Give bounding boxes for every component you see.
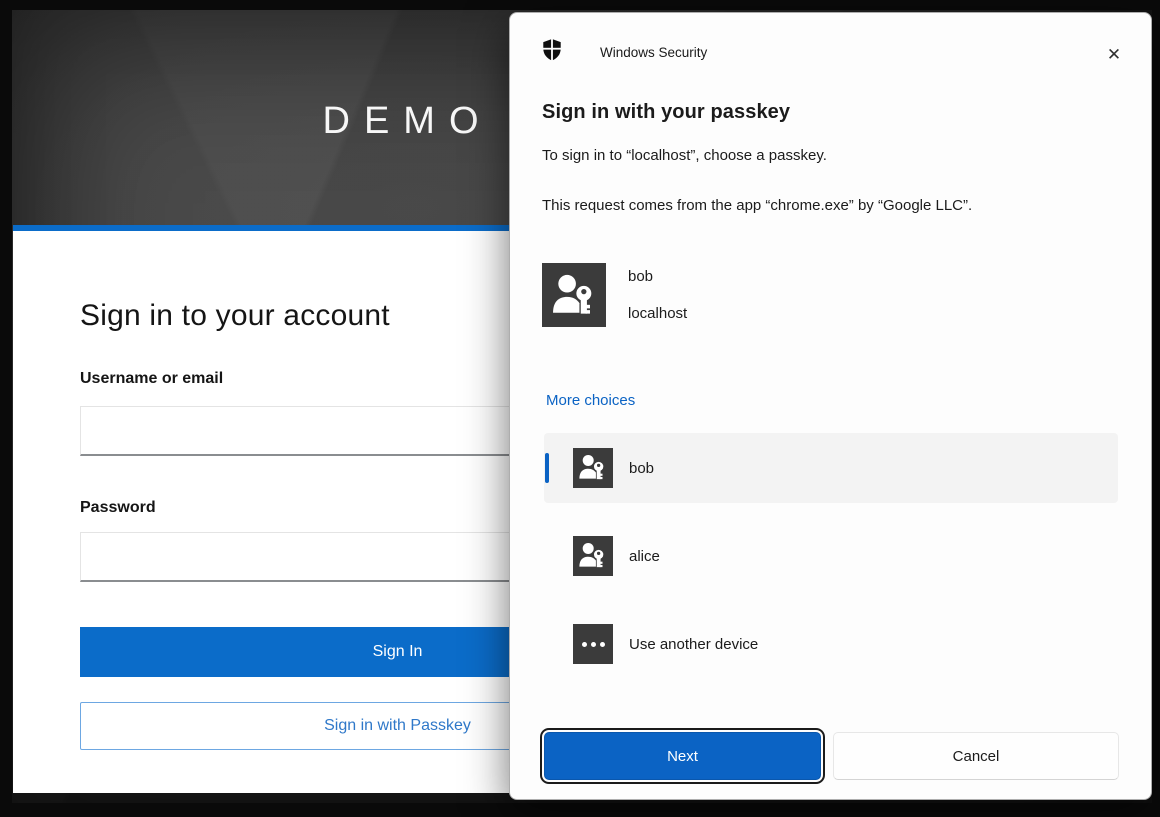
choice-label: bob	[629, 460, 654, 477]
username-label: Username or email	[80, 370, 223, 388]
dialog-title: Windows Security	[600, 45, 707, 60]
next-button[interactable]: Next	[544, 732, 821, 780]
choice-label: Use another device	[629, 636, 758, 653]
passkey-user-icon	[573, 536, 613, 576]
dialog-subtext-app: This request comes from the app “chrome.…	[542, 197, 972, 214]
page-title: Sign in to your account	[80, 299, 390, 333]
choice-item-alice[interactable]: alice	[544, 521, 1118, 591]
selected-passkey-name: bob	[628, 268, 687, 285]
close-button[interactable]: ✕	[1098, 39, 1130, 71]
choice-label: alice	[629, 548, 660, 565]
choice-item-bob[interactable]: bob	[544, 433, 1118, 503]
selected-passkey-tile: bob localhost	[542, 263, 687, 327]
passkey-choice-list: bob alice Use another device	[544, 433, 1118, 697]
dialog-heading: Sign in with your passkey	[542, 101, 790, 124]
cancel-button[interactable]: Cancel	[833, 732, 1119, 780]
ellipsis-icon	[573, 624, 613, 664]
selected-passkey-provider: localhost	[628, 305, 687, 322]
dialog-subtext-site: To sign in to “localhost”, choose a pass…	[542, 147, 827, 164]
selected-passkey-texts: bob localhost	[628, 263, 687, 327]
close-icon: ✕	[1107, 45, 1121, 64]
passkey-user-icon	[542, 263, 606, 327]
password-label: Password	[80, 499, 156, 517]
choice-item-use-another-device[interactable]: Use another device	[544, 609, 1118, 679]
selection-indicator	[545, 453, 549, 483]
windows-security-dialog: Windows Security ✕ Sign in with your pas…	[509, 12, 1152, 800]
more-choices-link[interactable]: More choices	[546, 392, 635, 409]
windows-security-shield-icon	[541, 38, 563, 62]
passkey-user-icon	[573, 448, 613, 488]
screen: DEMO Sign in to your account Username or…	[0, 0, 1160, 817]
